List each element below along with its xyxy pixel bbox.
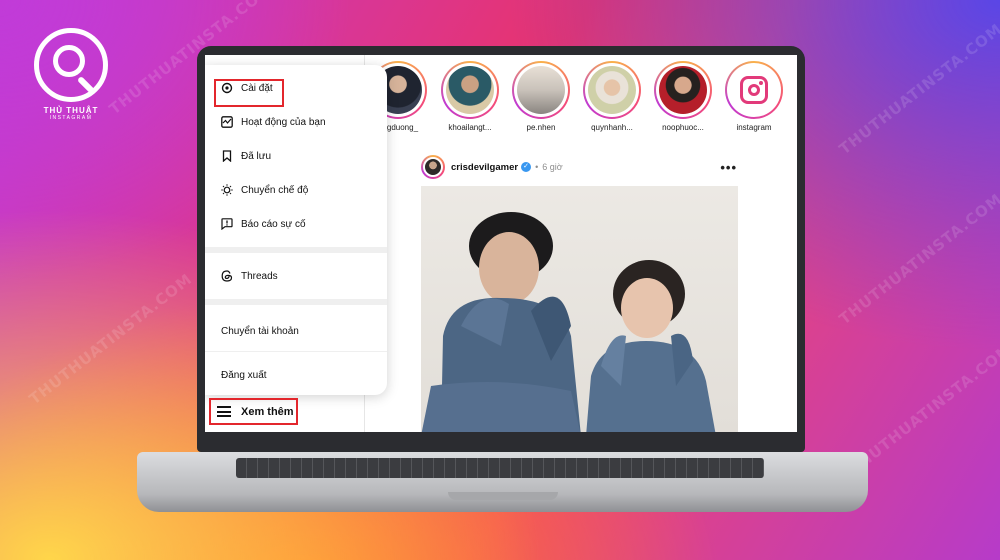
laptop-keyboard — [236, 458, 764, 478]
verified-badge-icon: ✓ — [521, 162, 532, 172]
threads-icon — [221, 270, 233, 282]
post-separator: • — [535, 162, 539, 172]
logo-title: THỦ THUẬT — [43, 106, 99, 115]
watermark: THUTHUATINSTA.COM — [835, 19, 1000, 159]
menu-item-report[interactable]: Báo cáo sự cố — [205, 207, 387, 241]
bookmark-icon — [221, 150, 233, 163]
settings-highlight-box — [214, 79, 284, 107]
avatar[interactable] — [421, 155, 445, 179]
watermark: THUTHUATINSTA.COM — [835, 189, 1000, 329]
story-item[interactable]: khoailangt... — [435, 61, 505, 132]
watermark: THUTHUATINSTA.COM — [845, 339, 1000, 479]
activity-icon — [221, 116, 233, 128]
menu-item-label: Báo cáo sự cố — [241, 218, 306, 230]
story-username: khoailangt... — [448, 123, 492, 132]
story-username: noophuoc... — [662, 123, 704, 132]
more-button-label: Xem thêm — [241, 405, 294, 418]
instagram-logo-icon — [730, 66, 778, 114]
avatar — [517, 66, 565, 114]
post-username[interactable]: crisdevilgamer — [451, 162, 518, 173]
story-item[interactable]: instagram — [719, 61, 789, 132]
more-menu: Cài đặt Hoạt động của bạn Đã lưu Chuyển … — [205, 65, 387, 395]
logo-subtitle: INSTAGRAM — [49, 115, 93, 121]
watermark: THUTHUATINSTA.COM — [25, 269, 196, 409]
brand-logo: THỦ THUẬT INSTAGRAM — [34, 28, 108, 121]
menu-item-threads[interactable]: Threads — [205, 259, 387, 293]
menu-item-logout[interactable]: Đăng xuất — [205, 352, 387, 398]
menu-item-label: Threads — [241, 270, 278, 282]
story-item[interactable]: quynhanh... — [577, 61, 647, 132]
story-username: quynhanh... — [591, 123, 633, 132]
hamburger-icon — [217, 406, 231, 417]
avatar — [659, 66, 707, 114]
instagram-screen: ungduong_ khoailangt... pe.nhen quynhanh… — [205, 55, 797, 432]
post-header: crisdevilgamer ✓ • 6 giờ ••• — [421, 154, 737, 180]
magnifier-icon — [34, 28, 108, 102]
menu-item-switch-account[interactable]: Chuyển tài khoản — [205, 311, 387, 351]
menu-item-saved[interactable]: Đã lưu — [205, 139, 387, 173]
post-time: 6 giờ — [542, 162, 563, 172]
menu-item-label: Chuyển tài khoản — [221, 325, 299, 337]
sun-icon — [221, 184, 233, 196]
post-image[interactable] — [421, 186, 738, 432]
menu-item-label: Chuyển chế độ — [241, 184, 309, 196]
avatar — [588, 66, 636, 114]
laptop-notch — [448, 492, 558, 500]
post-photo-illustration — [421, 212, 716, 432]
story-username: pe.nhen — [526, 123, 556, 132]
story-item[interactable]: noophuoc... — [648, 61, 718, 132]
menu-item-label: Hoạt động của bạn — [241, 116, 326, 128]
more-options-icon[interactable]: ••• — [720, 160, 737, 175]
avatar — [446, 66, 494, 114]
menu-item-label: Đã lưu — [241, 150, 272, 162]
menu-item-activity[interactable]: Hoạt động của bạn — [205, 105, 387, 139]
more-button[interactable]: Xem thêm — [209, 398, 298, 425]
story-item[interactable]: pe.nhen — [506, 61, 576, 132]
report-icon — [221, 218, 233, 231]
menu-item-switch-mode[interactable]: Chuyển chế độ — [205, 173, 387, 207]
story-username: instagram — [736, 123, 772, 132]
menu-item-label: Đăng xuất — [221, 369, 267, 381]
